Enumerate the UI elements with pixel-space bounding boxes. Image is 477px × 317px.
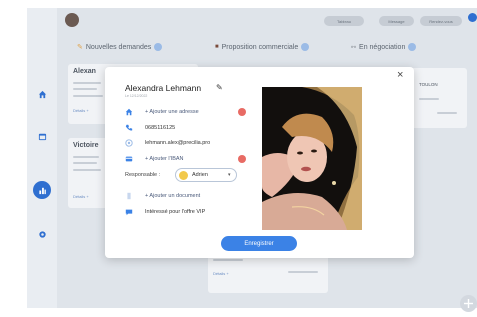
- delete-icon[interactable]: [238, 154, 246, 163]
- interest-text: Intéressé pour l'offre VIP: [145, 208, 206, 215]
- top-button-2[interactable]: Message: [379, 16, 414, 26]
- add-iban-link[interactable]: + Ajouter l'IBAN: [145, 156, 184, 162]
- column-count-badge: [301, 43, 310, 51]
- top-button-1[interactable]: Tableau: [324, 16, 364, 26]
- column-count-badge: [154, 43, 163, 51]
- add-iban-row[interactable]: + Ajouter l'IBAN: [125, 154, 255, 163]
- column-title-text: Nouvelles demandes: [85, 43, 152, 51]
- screenshot-stage: Tableau Message Rendez-vous ✎ Nouvelles …: [0, 0, 477, 315]
- contact-name: Alexandra Lehmann: [125, 83, 202, 93]
- home-icon[interactable]: [36, 88, 48, 100]
- responsible-select[interactable]: Adrien ▾: [175, 168, 237, 182]
- column-title-3: ⚯ En négociation: [351, 43, 417, 51]
- column-title-text: Proposition commerciale: [221, 43, 299, 51]
- card-line: [73, 82, 101, 84]
- card-line: [419, 98, 439, 100]
- phone-icon: [125, 124, 133, 132]
- card-icon: [125, 155, 133, 163]
- interest-row: Intéressé pour l'offre VIP: [125, 207, 255, 216]
- column-title-1: ✎ Nouvelles demandes: [77, 43, 163, 51]
- plus-icon[interactable]: [460, 295, 477, 312]
- email-value: lehmann.alex@precilia.pro: [145, 139, 211, 146]
- card-line: [73, 162, 97, 164]
- column-title-2: ■ Proposition commerciale: [215, 43, 310, 51]
- card-details-link[interactable]: Détails +: [213, 271, 229, 276]
- lead-card[interactable]: TOULON: [407, 68, 467, 128]
- notification-badge: [468, 13, 477, 22]
- settings-icon[interactable]: [36, 228, 48, 240]
- responsible-label: Responsable :: [125, 172, 161, 178]
- save-button[interactable]: Enregistrer: [221, 236, 297, 251]
- column-title-text: En négociation: [359, 43, 406, 51]
- card-line: [437, 112, 457, 114]
- close-icon[interactable]: ×: [397, 70, 403, 81]
- contact-date: Le 12/12/2022: [125, 94, 148, 98]
- add-address-row[interactable]: + Ajouter une adresse: [125, 107, 255, 116]
- card-line: [288, 271, 318, 273]
- contact-modal: × Alexandra Lehmann ✎ Le 12/12/2022 + Aj…: [105, 67, 414, 258]
- column-count-badge: [408, 43, 417, 51]
- user-avatar: [179, 171, 188, 180]
- chevron-down-icon: ▾: [228, 172, 231, 178]
- card-title: TOULON: [419, 82, 438, 87]
- user-avatar[interactable]: [65, 13, 79, 27]
- home-icon: [125, 108, 133, 116]
- pencil-icon[interactable]: ✎: [216, 84, 223, 92]
- responsible-value: Adrien: [192, 172, 208, 178]
- card-line: [73, 156, 99, 158]
- lead-card[interactable]: Détails +: [208, 253, 328, 293]
- phone-row: 0685116125: [125, 123, 255, 132]
- delete-icon[interactable]: [238, 107, 246, 116]
- briefcase-icon: ■: [215, 44, 219, 50]
- add-address-link[interactable]: + Ajouter une adresse: [145, 109, 199, 115]
- calendar-icon[interactable]: [36, 130, 48, 142]
- phone-value: 0685116125: [145, 124, 176, 131]
- pencil-icon: ✎: [77, 44, 83, 51]
- chat-icon: [125, 208, 133, 216]
- contact-photo: [262, 87, 362, 230]
- card-line: [73, 88, 97, 90]
- email-row: lehmann.alex@precilia.pro: [125, 138, 255, 147]
- card-line: [73, 169, 101, 171]
- card-line: [73, 95, 103, 97]
- email-icon: [125, 138, 133, 147]
- sidebar: [27, 8, 57, 308]
- card-title: Alexan: [73, 68, 96, 75]
- top-button-3[interactable]: Rendez-vous: [420, 16, 462, 26]
- card-details-link[interactable]: Détails +: [73, 194, 89, 199]
- handshake-icon: ⚯: [351, 44, 357, 51]
- add-document-link[interactable]: + Ajouter un document: [145, 193, 200, 199]
- card-details-link[interactable]: Détails +: [73, 108, 89, 113]
- document-icon: [125, 192, 133, 200]
- card-line: [213, 259, 243, 261]
- chart-icon[interactable]: [36, 184, 48, 196]
- add-document-row[interactable]: + Ajouter un document: [125, 191, 255, 200]
- card-title: Victoire: [73, 142, 99, 149]
